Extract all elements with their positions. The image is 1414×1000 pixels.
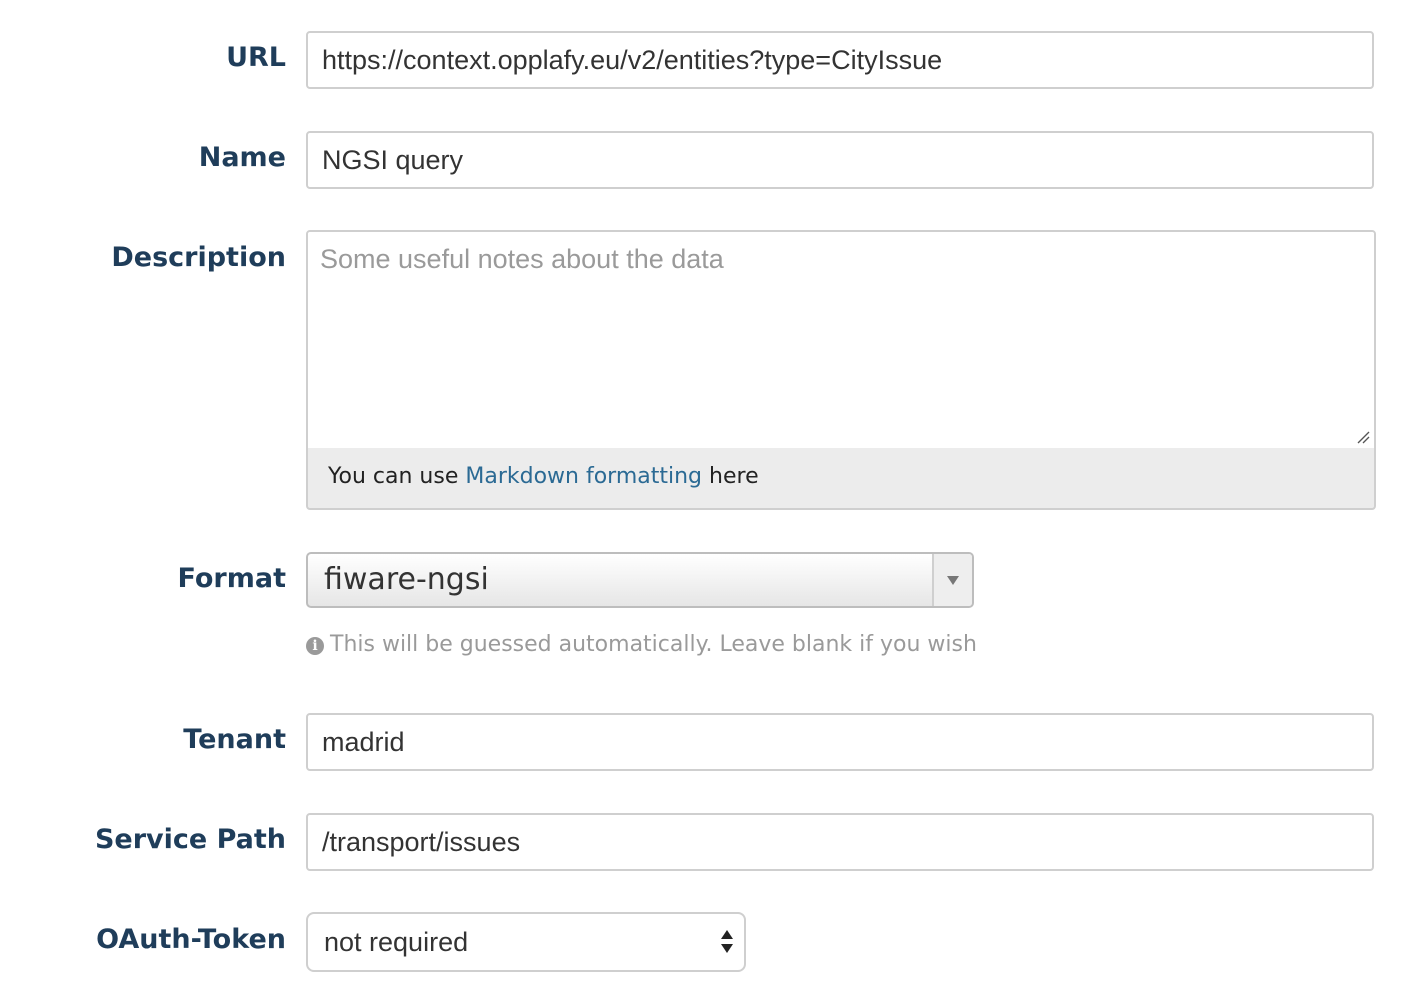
oauth-token-select[interactable]: not required [306,912,746,972]
format-help-message: This will be guessed automatically. Leav… [330,632,977,657]
service-path-input[interactable] [306,813,1374,871]
resize-grip-icon[interactable] [1356,430,1370,444]
format-label: Format [177,563,286,594]
markdown-hint: You can use Markdown formatting here [328,464,759,489]
url-label: URL [226,42,286,73]
description-field: You can use Markdown formatting here [306,230,1376,510]
chevron-down-icon [947,576,959,585]
markdown-hint-prefix: You can use [328,464,466,489]
service-path-label: Service Path [94,824,286,855]
oauth-token-selected-value: not required [324,927,469,957]
tenant-input[interactable] [306,713,1374,771]
description-label: Description [111,242,286,273]
format-dropdown-toggle[interactable] [932,554,972,606]
markdown-hint-suffix: here [702,464,759,489]
format-select[interactable]: fiware-ngsi [306,552,974,608]
markdown-formatting-link[interactable]: Markdown formatting [465,464,702,489]
oauth-token-label: OAuth-Token [96,924,286,955]
format-help-text: i This will be guessed automatically. Lea… [306,632,977,657]
name-input[interactable] [306,131,1374,189]
updown-arrows-icon [720,928,734,958]
format-selected-value: fiware-ngsi [324,562,489,597]
url-input[interactable] [306,31,1374,89]
name-label: Name [198,142,286,173]
info-icon: i [306,637,324,655]
description-textarea[interactable] [308,232,1374,448]
tenant-label: Tenant [183,724,286,755]
